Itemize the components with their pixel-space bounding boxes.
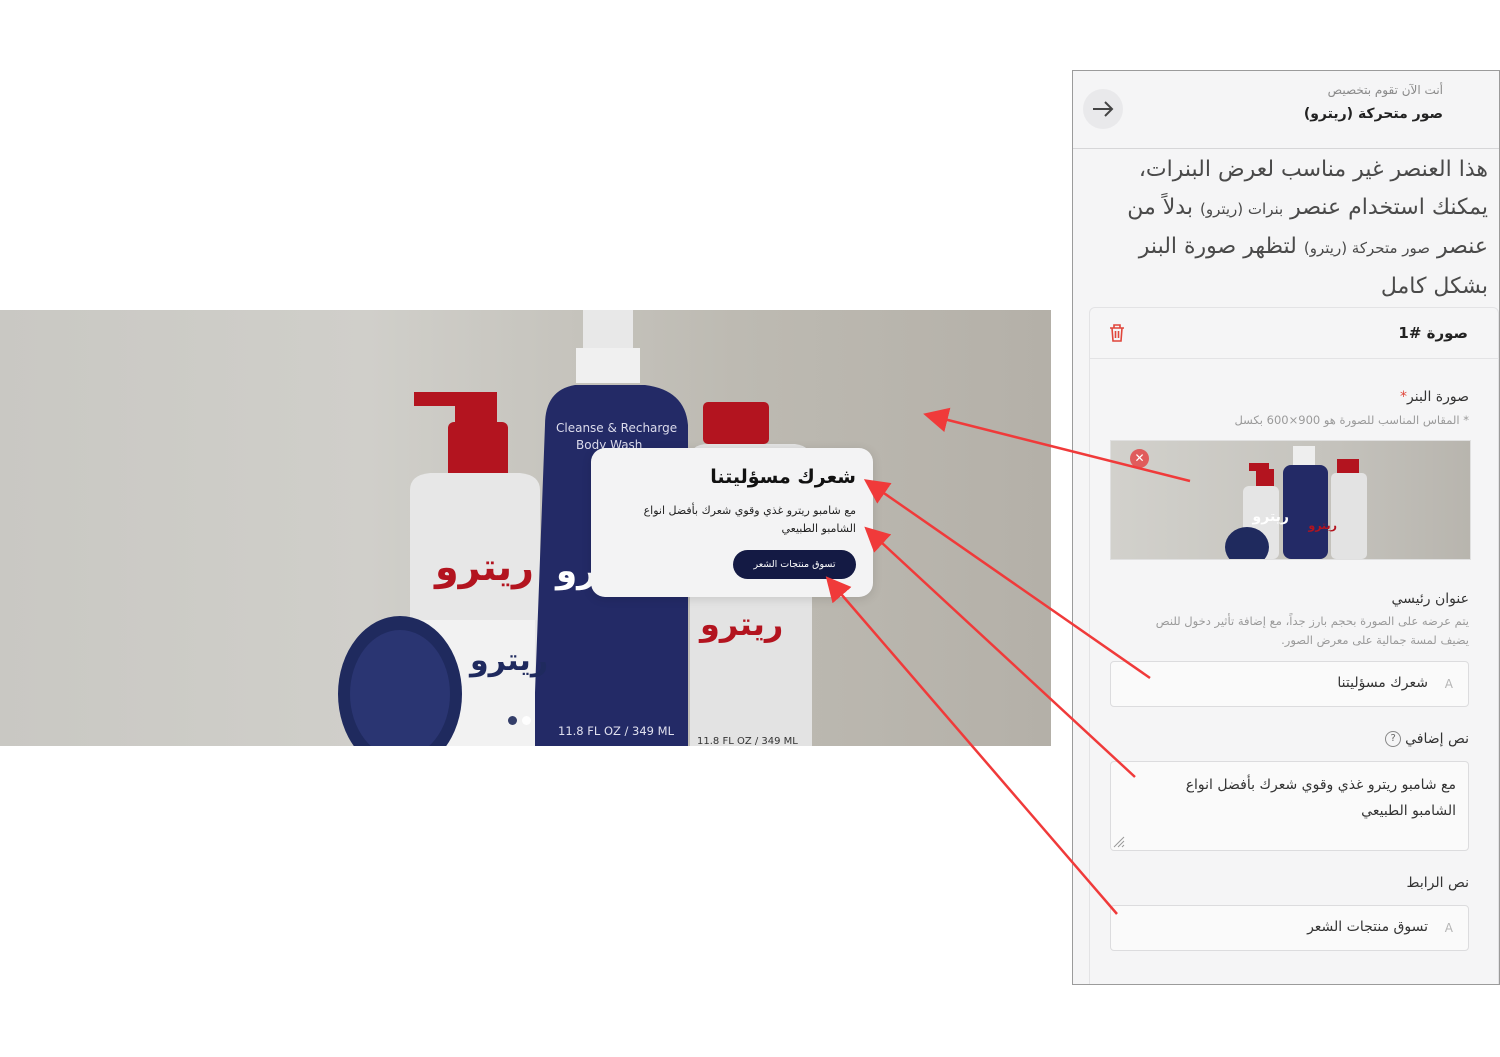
extra-text-label: نص إضافي? <box>1385 731 1469 747</box>
product-photo: ريترو Cleanse & Recharge Body Wash ريترو… <box>338 310 812 746</box>
slider-dot-1[interactable] <box>508 716 517 725</box>
slider-dot-2[interactable] <box>522 716 531 725</box>
image-item-title: صورة #1 <box>1398 324 1468 342</box>
banner-subtext: مع شامبو ريترو غذي وقوي شعرك بأفضل انواع… <box>643 504 856 535</box>
resize-handle-icon[interactable] <box>1113 836 1125 848</box>
text-field-icon: A <box>1444 677 1453 691</box>
main-title-input[interactable]: A شعرك مسؤليتنا <box>1110 661 1469 707</box>
cream-jar: ريترو <box>338 616 548 746</box>
link-text-label: نص الرابط <box>1406 875 1469 891</box>
banner-image-label: صورة البنر* <box>1400 389 1469 405</box>
svg-text:ريترو: ريترو <box>1252 509 1289 525</box>
compatibility-notice: هذا العنصر غير مناسب لعرض البنرات، يمكنك… <box>1127 157 1488 299</box>
banner-image-thumbnail[interactable]: ريترو ريترو ✕ <box>1110 440 1471 560</box>
trash-icon[interactable] <box>1108 323 1126 343</box>
body-wash-label: Cleanse & Recharge <box>556 421 677 435</box>
header-title: صور متحركة (ريترو) <box>1303 106 1443 122</box>
svg-text:ريترو: ريترو <box>1307 519 1337 532</box>
banner-title: شعرك مسؤليتنا <box>710 466 856 488</box>
volume-label-middle: 11.8 FL OZ / 349 ML <box>558 724 675 738</box>
back-button[interactable] <box>1083 89 1123 129</box>
help-icon[interactable]: ? <box>1385 731 1402 747</box>
shop-hair-products-button[interactable]: تسوق منتجات الشعر <box>733 550 856 579</box>
slider-dots <box>508 716 531 725</box>
banner-caption-card: شعرك مسؤليتنا مع شامبو ريترو غذي وقوي شع… <box>591 448 873 597</box>
customizer-panel: أنت الآن تقوم بتخصيص صور متحركة (ريترو) … <box>1072 70 1500 985</box>
brand-label-left: ريترو <box>433 545 534 590</box>
thumbnail-image: ريترو ريترو <box>1225 446 1367 559</box>
text-field-icon: A <box>1444 921 1453 935</box>
header-subtitle: أنت الآن تقوم بتخصيص <box>1327 83 1443 97</box>
main-title-label: عنوان رئيسي <box>1391 591 1469 607</box>
notice-element-slider: صور متحركة (ريترو) <box>1303 239 1431 257</box>
remove-image-icon[interactable]: ✕ <box>1130 449 1149 468</box>
link-text-input[interactable]: A تسوق منتجات الشعر <box>1110 905 1469 951</box>
banner-image-hint: * المقاس المناسب للصورة هو 900×600 بكسل <box>1234 413 1469 427</box>
arrow-right-icon <box>1093 101 1114 117</box>
image-item-header[interactable]: صورة #1 <box>1090 308 1498 359</box>
brand-label-jar: ريترو <box>468 643 548 678</box>
notice-element-banners: بنرات (ريترو) <box>1199 199 1284 218</box>
volume-label-right: 11.8 FL OZ / 349 ML <box>697 736 798 746</box>
banner-preview: ريترو Cleanse & Recharge Body Wash ريترو… <box>0 310 1051 746</box>
brand-label-right: ريترو <box>698 605 783 643</box>
extra-text-textarea[interactable]: مع شامبو ريترو غذي وقوي شعرك بأفضل انواع… <box>1110 761 1469 851</box>
panel-header: أنت الآن تقوم بتخصيص صور متحركة (ريترو) <box>1073 71 1499 149</box>
main-title-hint: يتم عرضه على الصورة بحجم بارز جداً، مع إ… <box>1155 614 1469 647</box>
